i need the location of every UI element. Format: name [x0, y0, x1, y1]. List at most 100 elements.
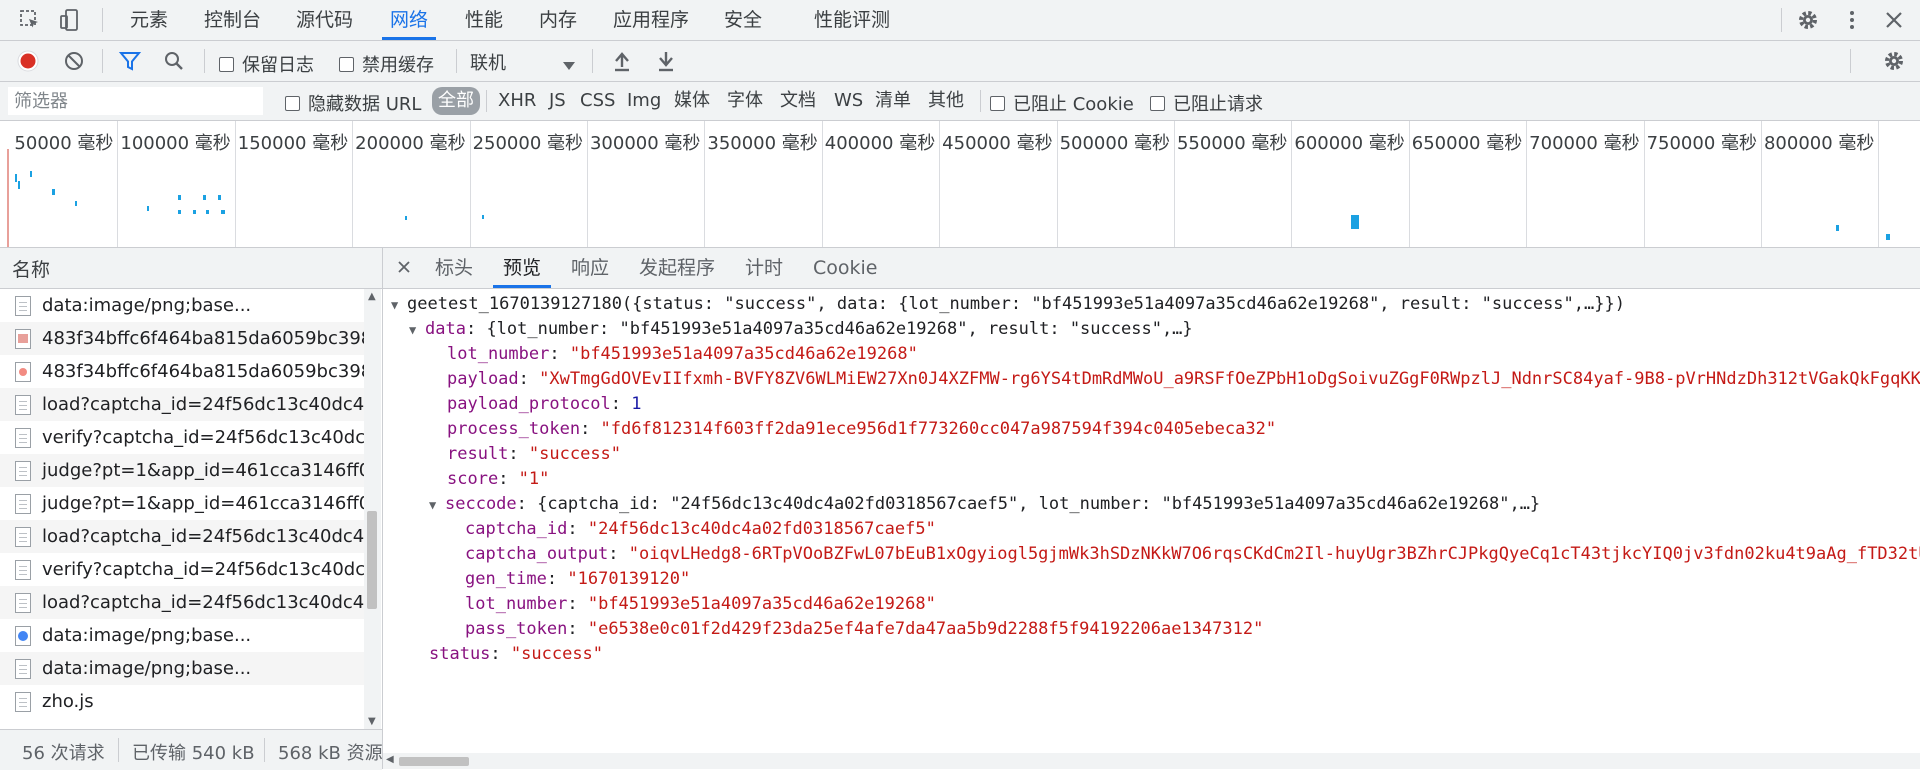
import-har-upload-icon[interactable] [608, 47, 636, 75]
request-row[interactable]: load?captcha_id=24f56dc13c40dc4a02... [0, 520, 364, 553]
json-root-summary: geetest_1670139127180({status: "success"… [407, 294, 1625, 314]
expand-triangle-icon[interactable]: ▼ [409, 318, 425, 343]
request-row[interactable]: judge?pt=1&app_id=461cca3146ff093... [0, 487, 364, 520]
json-seccode-node[interactable]: ▼ seccode: {captcha_id: "24f56dc13c40dc4a… [429, 492, 1540, 518]
request-name: data:image/png;base... [42, 295, 252, 316]
tab-timing[interactable]: 计时 [745, 248, 783, 288]
filter-type-doc[interactable]: 文档 [780, 89, 816, 113]
toolbar-divider [102, 8, 103, 32]
disable-cache-checkbox[interactable]: 禁用缓存 [339, 51, 434, 77]
tab-preview[interactable]: 预览 [492, 248, 552, 288]
blocked-requests-checkbox[interactable]: 已阻止请求 [1150, 90, 1263, 116]
tab-lighthouse[interactable]: 性能评测 [814, 0, 890, 40]
request-row[interactable]: 483f34bffc6f464ba815da6059bc398a.... [0, 355, 364, 388]
request-row[interactable]: load?captcha_id=24f56dc13c40dc4a02... [0, 388, 364, 421]
clear-icon[interactable] [60, 47, 88, 75]
search-icon[interactable] [160, 47, 188, 75]
request-list-scrollbar[interactable]: ▲ ▼ [364, 289, 381, 729]
request-row[interactable]: 483f34bffc6f464ba815da6059bc398a.... [0, 322, 364, 355]
filter-input[interactable] [8, 87, 263, 115]
timeline-request-mark [221, 210, 225, 214]
checkbox-box[interactable] [1150, 95, 1165, 111]
tab-memory[interactable]: 内存 [539, 0, 577, 40]
network-settings-gear-icon[interactable] [1880, 47, 1908, 75]
json-data-node[interactable]: ▼ data: {lot_number: "bf451993e51a4097a35… [409, 317, 1193, 343]
timeline-gridline [587, 121, 588, 247]
blocked-cookies-checkbox[interactable]: 已阻止 Cookie [990, 90, 1134, 116]
chevron-down-icon [562, 55, 576, 76]
request-row[interactable]: zho.js [0, 685, 364, 718]
request-row[interactable]: load?captcha_id=24f56dc13c40dc4a02... [0, 586, 364, 619]
request-row[interactable]: data:image/png;base... [0, 619, 364, 652]
scrollbar-thumb[interactable] [399, 757, 469, 766]
timeline-gridline [117, 121, 119, 247]
json-key: lot_number [465, 594, 568, 614]
expand-triangle-icon[interactable]: ▼ [429, 493, 445, 518]
json-string-value: "1" [518, 469, 550, 489]
filter-type-xhr[interactable]: XHR [498, 89, 536, 113]
filter-type-font[interactable]: 字体 [727, 89, 763, 113]
device-toolbar-icon[interactable] [56, 6, 84, 34]
filter-type-ws[interactable]: WS [834, 89, 863, 113]
filter-type-css[interactable]: CSS [580, 89, 615, 113]
checkbox-box[interactable] [219, 56, 234, 72]
record-icon[interactable] [14, 47, 42, 75]
timeline-request-mark [15, 174, 17, 182]
json-key: pass_token [465, 619, 568, 639]
filter-type-js[interactable]: JS [549, 89, 566, 113]
inspect-element-icon[interactable] [16, 6, 44, 34]
close-detail-icon[interactable] [395, 258, 413, 281]
name-column-header[interactable]: 名称 [0, 248, 382, 289]
tab-initiator[interactable]: 发起程序 [639, 248, 715, 288]
timeline-tick-label: 800000 毫秒 [1763, 133, 1875, 154]
tab-response[interactable]: 响应 [571, 248, 609, 288]
request-name: data:image/png;base... [42, 625, 252, 646]
filter-type-manifest[interactable]: 清单 [875, 89, 911, 113]
checkbox-box[interactable] [339, 56, 354, 72]
filter-type-other[interactable]: 其他 [928, 89, 964, 113]
file-icon [15, 527, 31, 547]
scroll-left-arrow-icon[interactable]: ◀ [386, 754, 394, 765]
hide-data-urls-checkbox[interactable]: 隐藏数据 URL [285, 90, 421, 116]
export-har-download-icon[interactable] [652, 47, 680, 75]
json-root-node[interactable]: ▼ geetest_1670139127180({status: "success… [391, 292, 1625, 318]
network-overview-timeline[interactable]: 50000 毫秒 100000 毫秒 150000 毫秒 200000 毫秒 25000… [0, 121, 1920, 248]
timeline-gridline [1291, 121, 1293, 247]
tab-elements[interactable]: 元素 [130, 0, 168, 40]
timeline-tick-label: 450000 毫秒 [942, 133, 1053, 154]
expand-triangle-icon[interactable]: ▼ [391, 293, 407, 318]
tab-cookies[interactable]: Cookie [813, 248, 878, 288]
throttling-select[interactable]: 联机 [470, 49, 580, 76]
json-string-value: "oiqvLHedg8-6RTpVOoBZFwL07bEuB1xOgyiogl5… [628, 544, 1920, 564]
settings-gear-icon[interactable] [1794, 6, 1822, 34]
scrollbar-thumb[interactable] [367, 511, 377, 609]
request-row[interactable]: judge?pt=1&app_id=461cca3146ff093... [0, 454, 364, 487]
tab-network[interactable]: 网络 [381, 0, 437, 40]
filter-type-img[interactable]: Img [627, 89, 661, 113]
checkbox-box[interactable] [990, 95, 1005, 111]
request-row[interactable]: data:image/png;base... [0, 289, 364, 322]
tab-console[interactable]: 控制台 [204, 0, 261, 40]
preserve-log-checkbox[interactable]: 保留日志 [219, 51, 314, 77]
tab-performance[interactable]: 性能 [465, 0, 503, 40]
filter-funnel-icon[interactable] [116, 47, 144, 75]
tab-headers[interactable]: 标头 [435, 248, 473, 288]
timeline-request-mark [30, 171, 32, 177]
filter-type-media[interactable]: 媒体 [674, 89, 710, 113]
request-row[interactable]: data:image/png;base... [0, 652, 364, 685]
more-options-icon[interactable] [1838, 6, 1866, 34]
tab-security[interactable]: 安全 [724, 0, 762, 40]
checkbox-box[interactable] [285, 95, 300, 111]
preview-horizontal-scrollbar[interactable]: ◀ [383, 753, 1920, 769]
request-row[interactable]: verify?captcha_id=24f56dc13c40dc4a0... [0, 553, 364, 586]
request-row[interactable]: verify?captcha_id=24f56dc13c40dc4a0... [0, 421, 364, 454]
timeline-gridline [1056, 121, 1058, 247]
tab-application[interactable]: 应用程序 [613, 0, 689, 40]
filter-type-all[interactable]: 全部 [432, 87, 480, 115]
scroll-down-arrow-icon[interactable]: ▼ [368, 716, 376, 727]
close-devtools-icon[interactable] [1880, 6, 1908, 34]
timeline-tick-label: 300000 毫秒 [589, 133, 701, 154]
scroll-up-arrow-icon[interactable]: ▲ [368, 291, 376, 302]
timeline-gridline [1526, 121, 1528, 247]
tab-sources[interactable]: 源代码 [296, 0, 353, 40]
